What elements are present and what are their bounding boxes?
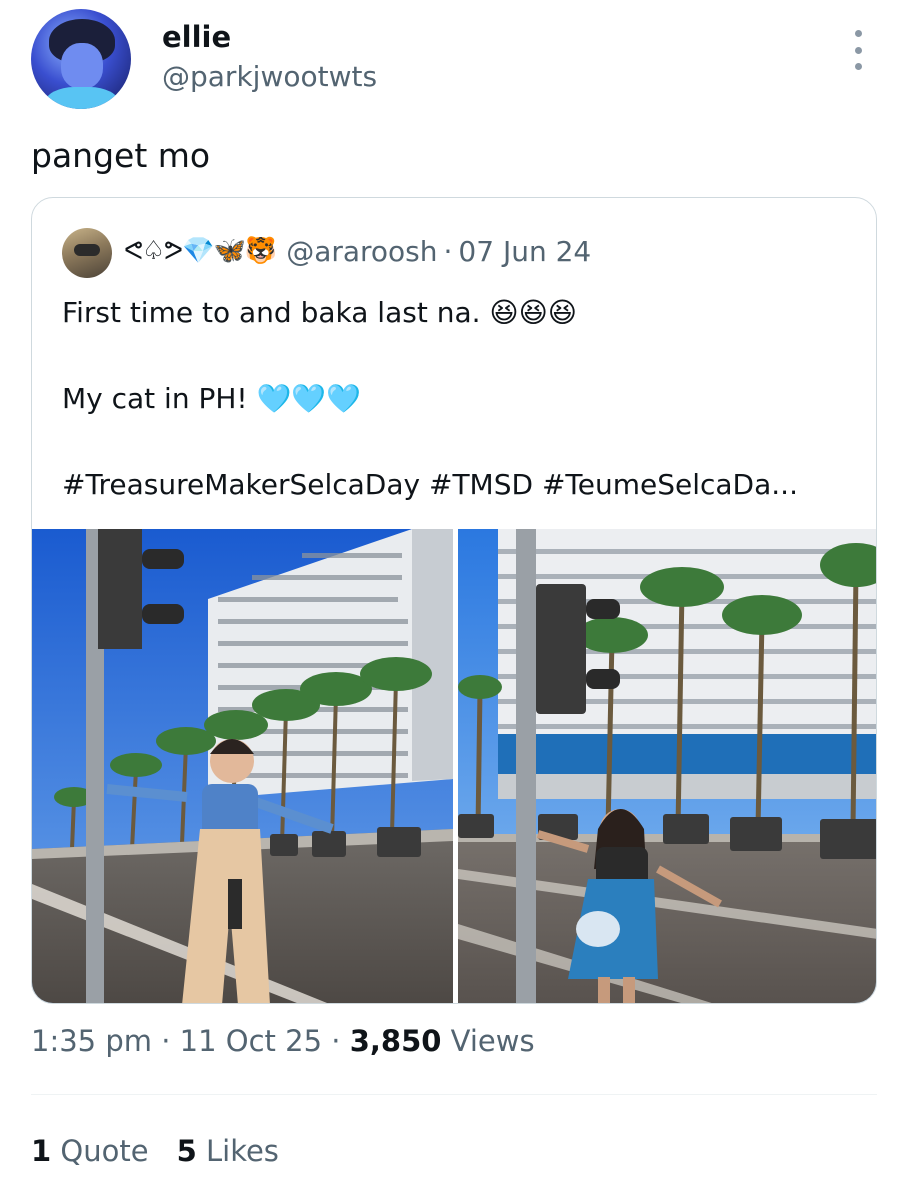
quotes-stat[interactable]: 1 Quote bbox=[31, 1134, 149, 1168]
quoted-media-grid bbox=[32, 529, 876, 1003]
likes-stat[interactable]: 5 Likes bbox=[177, 1134, 279, 1168]
more-dot bbox=[854, 63, 862, 70]
views-label: Views bbox=[450, 1024, 535, 1058]
quoted-user-avatar[interactable] bbox=[62, 228, 112, 278]
likes-count: 5 bbox=[176, 1134, 197, 1168]
tweet-meta: 1:35 pm · 11 Oct 25 · 3,850 Views bbox=[31, 1024, 535, 1058]
avatar-shirt bbox=[45, 87, 119, 109]
quoted-display-name[interactable]: ᕙ♤ᕗ💎🦋🐯 bbox=[124, 236, 277, 266]
separator-dot: · bbox=[443, 234, 453, 268]
quotes-count: 1 bbox=[31, 1134, 52, 1168]
likes-label: Likes bbox=[205, 1134, 279, 1168]
separator-dot: · bbox=[161, 1024, 171, 1058]
divider bbox=[31, 1094, 877, 1095]
more-vertical-icon[interactable] bbox=[848, 30, 868, 70]
quoted-text-line-2: My cat in PH! 🩵🩵🩵 bbox=[62, 382, 362, 415]
quoted-photo-1[interactable] bbox=[32, 529, 453, 1003]
quoted-tweet-date[interactable]: 07 Jun 24 bbox=[458, 235, 591, 268]
views-count: 3,850 bbox=[349, 1024, 442, 1058]
quoted-tweet-card[interactable]: ᕙ♤ᕗ💎🦋🐯 @araroosh · 07 Jun 24 First time … bbox=[31, 197, 877, 1004]
user-handle[interactable]: @parkjwootwts bbox=[162, 60, 377, 93]
quotes-label: Quote bbox=[60, 1134, 149, 1168]
display-name[interactable]: ellie bbox=[162, 20, 231, 54]
quoted-text-hashtags[interactable]: #TreasureMakerSelcaDay #TMSD #TeumeSelca… bbox=[62, 468, 798, 501]
more-dot bbox=[854, 46, 862, 54]
tweet-stats: 1 Quote 5 Likes bbox=[31, 1134, 279, 1168]
quoted-text-line-1: First time to and baka last na. 😆😆😆 bbox=[62, 296, 577, 329]
tweet-date[interactable]: 11 Oct 25 bbox=[180, 1024, 322, 1058]
tweet-text: panget mo bbox=[31, 136, 211, 175]
tweet-time[interactable]: 1:35 pm bbox=[31, 1024, 152, 1058]
separator-dot: · bbox=[331, 1024, 341, 1058]
quoted-photo-2[interactable] bbox=[458, 529, 876, 1003]
avatar-face bbox=[61, 43, 103, 89]
quoted-tweet-header: ᕙ♤ᕗ💎🦋🐯 @araroosh · 07 Jun 24 bbox=[124, 231, 591, 271]
user-avatar[interactable] bbox=[31, 9, 131, 109]
quoted-user-handle[interactable]: @araroosh bbox=[286, 235, 437, 268]
more-dot bbox=[854, 30, 862, 37]
